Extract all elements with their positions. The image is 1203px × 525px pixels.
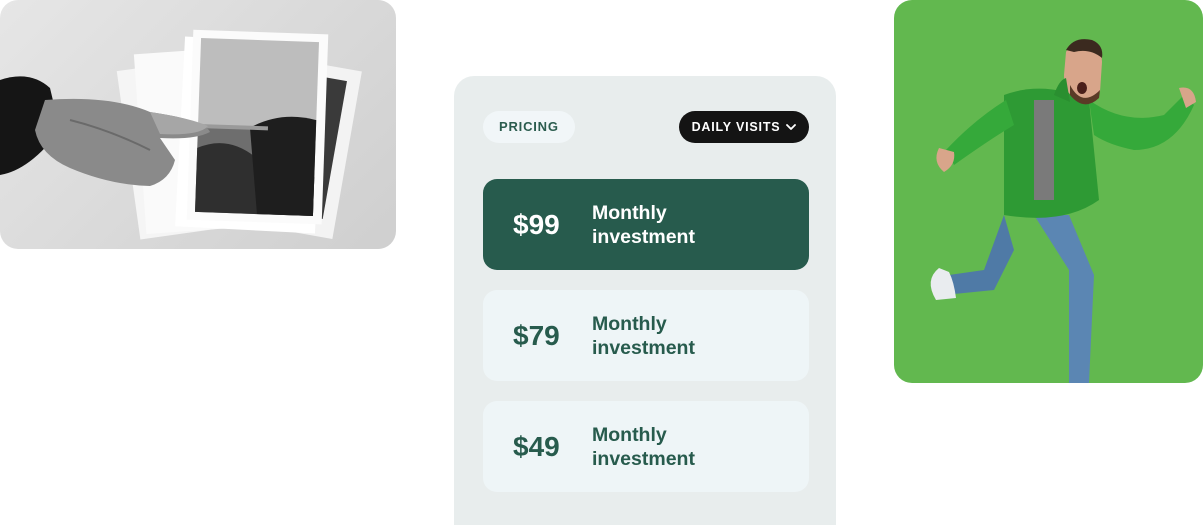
pricing-card: PRICING DAILY VISITS $99 Monthly investm… bbox=[454, 76, 836, 525]
jumping-man-illustration bbox=[930, 39, 1196, 383]
photos-illustration bbox=[0, 29, 362, 240]
pricing-badge: PRICING bbox=[483, 111, 575, 143]
plan-label: Monthly investment bbox=[592, 312, 695, 359]
plan-price: $49 bbox=[513, 430, 560, 462]
chevron-down-icon bbox=[786, 123, 797, 131]
daily-visits-dropdown[interactable]: DAILY VISITS bbox=[679, 111, 809, 143]
plan-label: Monthly investment bbox=[592, 423, 695, 470]
dropdown-label: DAILY VISITS bbox=[691, 120, 781, 134]
jumping-man-image bbox=[894, 0, 1203, 383]
plan-label: Monthly investment bbox=[592, 201, 695, 248]
plan-option-79[interactable]: $79 Monthly investment bbox=[483, 290, 809, 381]
plan-option-49[interactable]: $49 Monthly investment bbox=[483, 401, 809, 492]
plan-price: $99 bbox=[513, 208, 560, 240]
plan-option-99[interactable]: $99 Monthly investment bbox=[483, 179, 809, 270]
photos-hand-image bbox=[0, 0, 396, 249]
plan-price: $79 bbox=[513, 319, 560, 351]
